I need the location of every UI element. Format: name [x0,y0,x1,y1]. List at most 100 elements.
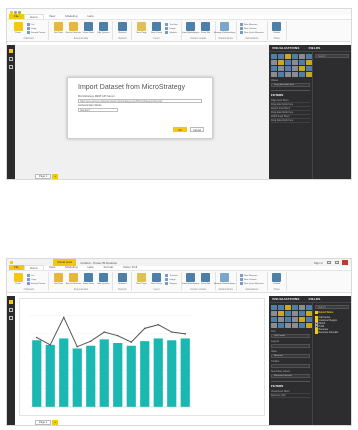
close-icon[interactable] [342,260,348,265]
add-page-button[interactable]: + [52,174,59,179]
ribbon-button[interactable]: Publish [271,273,283,286]
visual-type-icon[interactable] [299,54,305,59]
ribbon-small-button[interactable]: Cut [27,274,45,277]
ribbon-small-button[interactable]: Shapes [165,31,177,34]
visual-type-icon[interactable] [299,72,305,77]
visual-type-icon[interactable] [271,66,277,71]
visual-type-icon[interactable] [306,311,312,316]
visual-type-icon[interactable] [285,317,291,322]
field-table[interactable]: Export Demo [315,311,349,314]
visual-type-icon[interactable] [278,60,284,65]
ribbon-small-button[interactable]: Cut [27,23,45,26]
maximize-icon[interactable] [335,261,339,264]
ribbon-button[interactable]: From Marketplace [182,273,199,286]
auth-mode-select[interactable]: Standard [78,108,118,112]
bar[interactable] [72,348,82,407]
visual-type-icon[interactable] [306,60,312,65]
ribbon-small-button[interactable]: Text box [165,274,178,277]
visual-type-icon[interactable] [306,66,312,71]
bar[interactable] [99,339,109,407]
tab-home[interactable]: Home [23,14,44,19]
report-view-icon[interactable] [9,300,13,304]
filter-item[interactable]: Revenue (All) [271,394,310,398]
ribbon-button[interactable]: New Visual [150,22,162,35]
minimize-icon[interactable] [327,261,331,264]
ribbon-small-button[interactable]: New Quick Measure [239,31,264,34]
visual-type-icon[interactable] [292,317,298,322]
add-page-button[interactable]: + [52,420,59,425]
report-canvas[interactable]: Import Dataset from MicroStrategy MicroS… [15,45,269,179]
line-series[interactable] [36,316,186,348]
visual-type-icon[interactable] [278,66,284,71]
ribbon-button[interactable]: Recent Sources [66,273,81,286]
ribbon-button[interactable]: Publish [271,22,283,35]
visual-type-icon[interactable] [271,317,277,322]
fields-header[interactable]: FIELDS [309,46,321,50]
ribbon-small-button[interactable]: Text box [165,23,178,26]
tab-view[interactable]: View [44,265,60,270]
field-well[interactable]: Revenue [271,354,310,358]
combo-chart-visual[interactable] [19,298,265,416]
ok-button[interactable]: OK [173,127,187,132]
ribbon-small-button[interactable]: New Measure [239,23,264,26]
bar[interactable] [180,338,190,407]
ribbon-button[interactable]: Enter Data [82,273,94,286]
visual-type-icon[interactable] [285,66,291,71]
visual-type-icon[interactable] [278,311,284,316]
tab-modeling[interactable]: Modeling [60,14,82,19]
visual-type-icon[interactable] [278,317,284,322]
field-well[interactable] [271,344,310,348]
bar[interactable] [32,340,42,407]
ribbon-button[interactable]: New Page [135,273,147,286]
report-view-icon[interactable] [9,49,13,53]
visual-type-icon[interactable] [285,60,291,65]
ribbon-button[interactable]: Manage Relationships [214,22,235,35]
ribbon-small-button[interactable]: New Measure [239,274,264,277]
server-url-input[interactable]: https://env-xxxxxx.customer.cloud.micros… [78,99,202,103]
visual-type-icon[interactable] [299,60,305,65]
field-well[interactable]: Revenue Forecast [271,374,310,378]
visual-type-icon[interactable] [306,54,312,59]
visual-type-icon[interactable] [306,72,312,77]
model-view-icon[interactable] [9,65,13,69]
bar[interactable] [153,338,163,407]
page-tab-1[interactable]: Page 1 [35,420,52,425]
line-point[interactable] [62,316,65,319]
line-point[interactable] [157,323,160,326]
ribbon-small-button[interactable]: New Column [239,27,264,30]
ribbon-button[interactable]: Get Data [52,22,64,35]
visualizations-header[interactable]: VISUALIZATIONS [272,297,300,301]
ribbon-button[interactable]: From Marketplace [182,22,199,35]
line-point[interactable] [130,341,133,343]
visual-type-icon[interactable] [292,66,298,71]
visual-type-icon[interactable] [271,311,277,316]
ribbon-button[interactable]: Get Data [52,273,64,286]
visual-type-icon[interactable] [271,60,277,65]
ribbon-button[interactable]: Manage Relationships [214,273,235,286]
line-point[interactable] [35,336,38,339]
bar[interactable] [140,341,150,407]
ribbon-button[interactable]: Edit Queries [97,22,110,35]
tab-help[interactable]: Help [83,265,99,270]
ribbon-button[interactable]: From File [200,22,212,35]
bar[interactable] [113,343,123,407]
bar[interactable] [167,340,177,407]
ribbon-button[interactable]: Refresh [116,273,128,286]
bar[interactable] [126,345,136,407]
data-view-icon[interactable] [9,57,13,61]
fields-search-input[interactable]: Search [315,305,349,309]
ribbon-button[interactable]: Paste [12,22,24,35]
tab-file[interactable]: File [9,14,24,19]
ribbon-small-button[interactable]: Shapes [165,282,177,285]
tab-file[interactable]: File [9,265,24,270]
visual-type-icon[interactable] [299,317,305,322]
chevron-right-icon[interactable]: › [304,46,305,50]
visual-type-icon[interactable] [285,311,291,316]
cancel-button[interactable]: Cancel [190,127,204,132]
page-tab-1[interactable]: Page 1 [35,174,52,179]
visual-type-icon[interactable] [285,72,291,77]
visual-type-icon[interactable] [278,54,284,59]
bar[interactable] [59,338,69,407]
visual-type-icon[interactable] [299,66,305,71]
visual-type-icon[interactable] [285,305,291,310]
